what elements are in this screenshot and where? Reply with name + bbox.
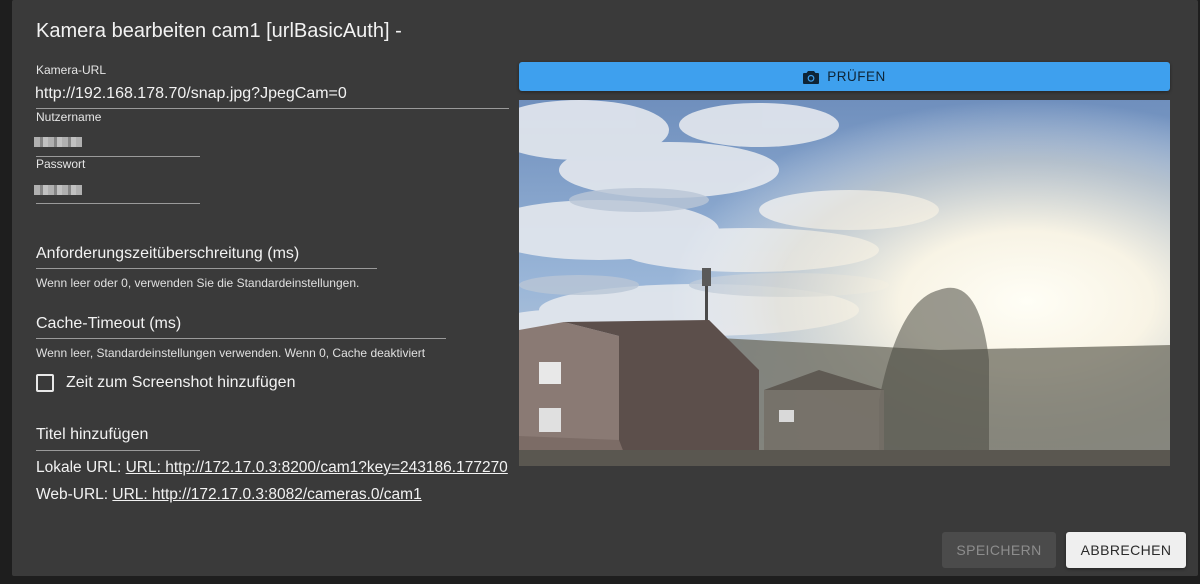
camera-url-input[interactable]: http://192.168.178.70/snap.jpg?JpegCam=0: [35, 85, 347, 103]
add-title-input[interactable]: Titel hinzufügen: [36, 426, 148, 444]
test-button-label: PRÜFEN: [827, 69, 886, 84]
password-input[interactable]: [34, 185, 82, 195]
camera-url-underline: [36, 108, 509, 109]
camera-icon: [803, 70, 820, 84]
local-url-row: Lokale URL: URL: http://172.17.0.3:8200/…: [36, 459, 508, 477]
password-underline: [36, 203, 200, 204]
cache-timeout-input[interactable]: Cache-Timeout (ms): [36, 315, 181, 333]
cache-timeout-underline: [36, 338, 446, 339]
snapshot-image: [519, 100, 1170, 466]
request-timeout-input[interactable]: Anforderungszeitüberschreitung (ms): [36, 245, 299, 263]
camera-snapshot-preview: [519, 100, 1170, 466]
username-label: Nutzername: [36, 110, 102, 124]
test-button[interactable]: PRÜFEN: [519, 62, 1170, 91]
local-url-label: Lokale URL:: [36, 459, 122, 476]
save-button[interactable]: SPEICHERN: [942, 532, 1056, 568]
dialog-title: Kamera bearbeiten cam1 [urlBasicAuth] -: [36, 20, 402, 42]
web-url-link[interactable]: URL: http://172.17.0.3:8082/cameras.0/ca…: [112, 486, 421, 503]
add-time-label[interactable]: Zeit zum Screenshot hinzufügen: [66, 374, 295, 392]
web-url-row: Web-URL: URL: http://172.17.0.3:8082/cam…: [36, 486, 422, 504]
password-label: Passwort: [36, 157, 86, 171]
username-input[interactable]: [34, 137, 82, 147]
cancel-button[interactable]: ABBRECHEN: [1066, 532, 1186, 568]
request-timeout-helper: Wenn leer oder 0, verwenden Sie die Stan…: [36, 276, 360, 290]
web-url-label: Web-URL:: [36, 486, 109, 503]
add-title-underline: [36, 450, 200, 451]
local-url-link[interactable]: URL: http://172.17.0.3:8200/cam1?key=243…: [126, 459, 508, 476]
cache-timeout-helper: Wenn leer, Standardeinstellungen verwend…: [36, 346, 426, 360]
add-time-checkbox[interactable]: [36, 374, 54, 392]
camera-url-label: Kamera-URL: [36, 63, 107, 77]
request-timeout-underline: [36, 268, 377, 269]
edit-camera-dialog: Kamera bearbeiten cam1 [urlBasicAuth] - …: [12, 0, 1198, 576]
